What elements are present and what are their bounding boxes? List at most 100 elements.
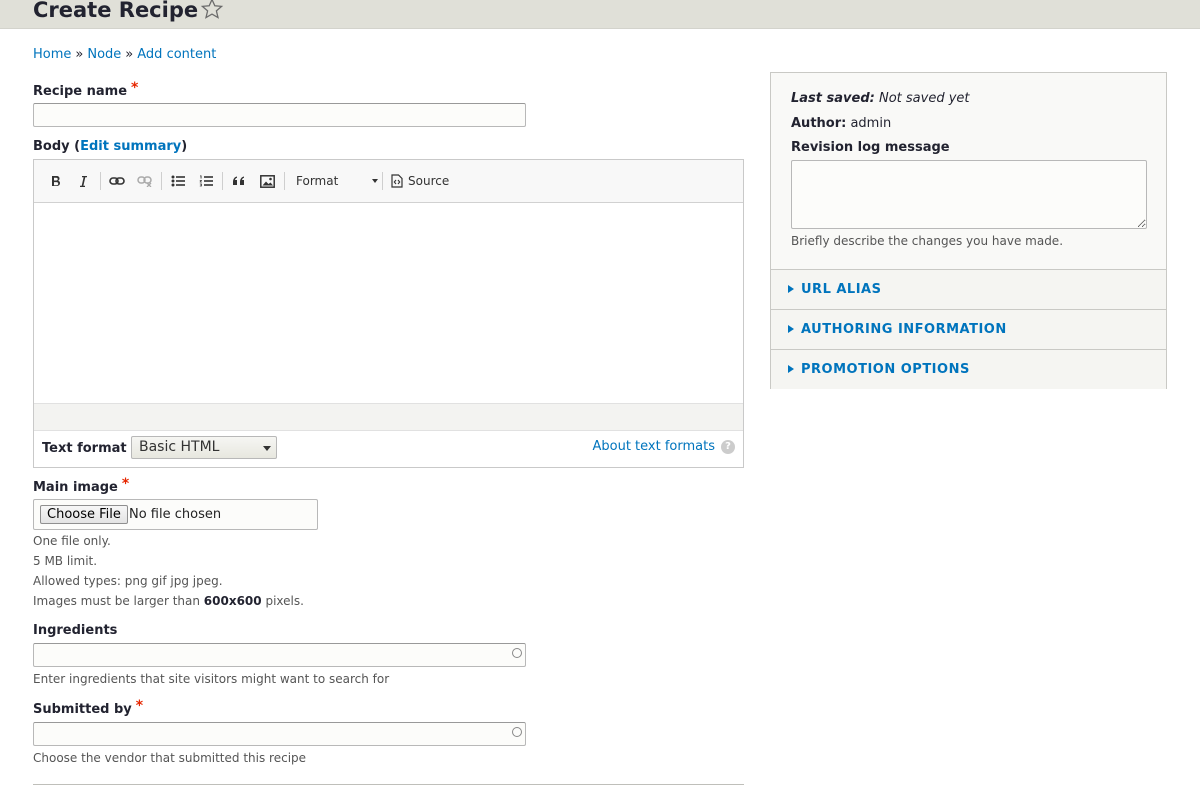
min-dim-suffix: pixels.: [265, 594, 304, 608]
quote-icon: [233, 176, 244, 185]
image-icon: [259, 174, 275, 188]
recipe-name-input[interactable]: [33, 103, 526, 127]
triangle-right-icon: [788, 365, 794, 373]
unlink-button[interactable]: [134, 171, 156, 191]
image-button[interactable]: [256, 171, 278, 191]
min-dim-value: 600x600: [203, 594, 262, 608]
revision-log-label: Revision log message: [791, 140, 950, 155]
required-mark: *: [135, 698, 144, 714]
body-editor: Format Source Text format Basic HTML Abo…: [33, 159, 744, 468]
body-label: Body (Edit summary): [33, 139, 187, 154]
promotion-options-title: PROMOTION OPTIONS: [801, 362, 970, 377]
blockquote-button[interactable]: [228, 171, 250, 191]
help-icon: ?: [721, 439, 735, 454]
entity-meta-sidebar: Last saved: Not saved yet Author: admin …: [770, 72, 1167, 389]
source-button[interactable]: Source: [391, 171, 449, 191]
body-label-text: Body: [33, 139, 70, 154]
main-image-help: One file only. 5 MB limit. Allowed types…: [33, 531, 304, 611]
ingredients-label: Ingredients: [33, 623, 118, 638]
submitted-by-field: [33, 722, 526, 746]
recipe-name-label: Recipe name *: [33, 80, 139, 99]
breadcrumb-separator: »: [125, 47, 134, 62]
help-line-allowed-types: Allowed types: png gif jpg jpeg.: [33, 574, 223, 588]
bold-button[interactable]: [45, 171, 67, 191]
breadcrumb-node[interactable]: Node: [87, 47, 121, 62]
ingredients-input[interactable]: [33, 643, 526, 667]
editor-toolbar: Format Source: [34, 160, 743, 203]
page-title: Create Recipe: [33, 0, 199, 22]
source-label: Source: [408, 174, 450, 188]
url-alias-toggle[interactable]: URL ALIAS: [771, 269, 1166, 309]
format-dropdown[interactable]: Format: [296, 171, 378, 191]
toolbar-separator: [284, 172, 285, 190]
italic-icon: [80, 175, 87, 187]
format-label: Format: [296, 174, 339, 188]
text-format-row: Text format Basic HTML About text format…: [34, 430, 743, 467]
choose-file-button[interactable]: Choose File: [40, 505, 128, 524]
ingredients-field: [33, 643, 526, 667]
breadcrumb-home[interactable]: Home: [33, 47, 71, 62]
authoring-information-toggle[interactable]: AUTHORING INFORMATION: [771, 309, 1166, 349]
no-file-text: No file chosen: [129, 507, 222, 522]
text-format-label: Text format: [42, 441, 127, 456]
numbered-list-button[interactable]: [195, 171, 217, 191]
last-saved-label: Last saved:: [791, 91, 875, 106]
help-line-one-file: One file only.: [33, 534, 111, 548]
about-text-formats-text: About text formats: [592, 439, 715, 454]
authoring-information-title: AUTHORING INFORMATION: [801, 322, 1007, 337]
divider: [33, 784, 744, 785]
main-image-label-text: Main image: [33, 480, 118, 495]
submitted-by-label-text: Submitted by: [33, 702, 132, 717]
star-icon[interactable]: [200, 0, 224, 21]
italic-button[interactable]: [72, 171, 94, 191]
chevron-down-icon: [263, 446, 271, 451]
author-value: admin: [850, 116, 892, 131]
last-saved: Last saved: Not saved yet: [791, 91, 970, 106]
bold-icon: [52, 175, 60, 186]
revision-log-textarea[interactable]: [791, 160, 1147, 229]
text-format-select[interactable]: Basic HTML: [131, 436, 277, 459]
breadcrumb-add-content[interactable]: Add content: [137, 47, 216, 62]
breadcrumb-separator: »: [75, 47, 84, 62]
editor-status-bar: [34, 403, 743, 431]
last-saved-value: Not saved yet: [878, 91, 970, 106]
submitted-by-label: Submitted by *: [33, 698, 144, 717]
link-button[interactable]: [106, 171, 128, 191]
source-icon: [391, 174, 403, 188]
triangle-right-icon: [788, 325, 794, 333]
toolbar-separator: [100, 172, 101, 190]
text-format-selected: Basic HTML: [139, 439, 220, 455]
entity-meta: Last saved: Not saved yet Author: admin …: [771, 73, 1166, 269]
min-dim-prefix: Images must be larger than: [33, 594, 200, 608]
main-image-file-input[interactable]: Choose File No file chosen: [33, 499, 318, 530]
submitted-by-description: Choose the vendor that submitted this re…: [33, 751, 307, 765]
toolbar-separator: [222, 172, 223, 190]
url-alias-title: URL ALIAS: [801, 282, 882, 297]
editor-content-area[interactable]: [34, 203, 743, 403]
required-mark: *: [131, 80, 139, 96]
bulleted-list-button[interactable]: [167, 171, 189, 191]
author: Author: admin: [791, 116, 891, 131]
submitted-by-input[interactable]: [33, 722, 526, 746]
main-image-label: Main image *: [33, 476, 130, 495]
edit-summary-link[interactable]: Edit summary: [80, 139, 181, 154]
about-text-formats-link[interactable]: About text formats ?: [592, 439, 735, 454]
numbered-list-icon: [199, 175, 213, 187]
author-label: Author:: [791, 116, 847, 131]
page-header: Create Recipe: [0, 0, 1200, 29]
chevron-down-icon: [372, 179, 378, 183]
breadcrumb: Home» Node» Add content: [33, 47, 216, 62]
promotion-options-toggle[interactable]: PROMOTION OPTIONS: [771, 349, 1166, 389]
ingredients-description: Enter ingredients that site visitors mig…: [33, 672, 390, 686]
unlink-icon: [137, 176, 152, 187]
autocomplete-icon: [512, 727, 522, 737]
paren-close: ): [181, 139, 188, 154]
bulleted-list-icon: [171, 175, 185, 187]
autocomplete-icon: [512, 648, 522, 658]
help-line-min-dimensions: Images must be larger than 600x600 pixel…: [33, 591, 304, 611]
recipe-name-label-text: Recipe name: [33, 84, 128, 99]
triangle-right-icon: [788, 285, 794, 293]
help-line-size-limit: 5 MB limit.: [33, 554, 98, 568]
link-icon: [109, 177, 125, 185]
required-mark: *: [121, 476, 130, 492]
